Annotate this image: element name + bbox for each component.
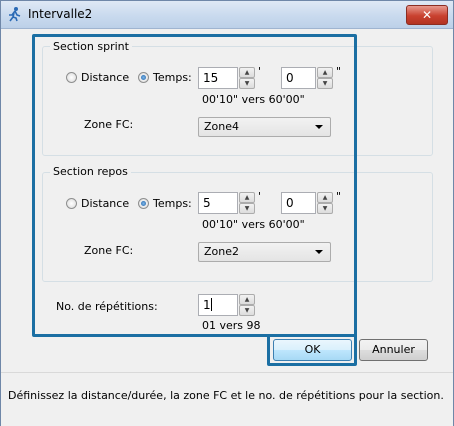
dialog-window: Intervalle2 ✕ Section sprint Distance Te… [0,0,454,426]
title-bar: Intervalle2 ✕ [1,1,453,29]
close-button[interactable]: ✕ [406,5,448,25]
ok-button[interactable]: OK [273,339,352,361]
status-bar: Définissez la distance/durée, la zone FC… [1,372,453,426]
runner-icon [9,7,21,22]
settings-highlight-frame [32,34,357,337]
cancel-button[interactable]: Annuler [359,339,428,361]
window-title: Intervalle2 [28,7,93,21]
status-text: Définissez la distance/durée, la zone FC… [8,389,444,402]
